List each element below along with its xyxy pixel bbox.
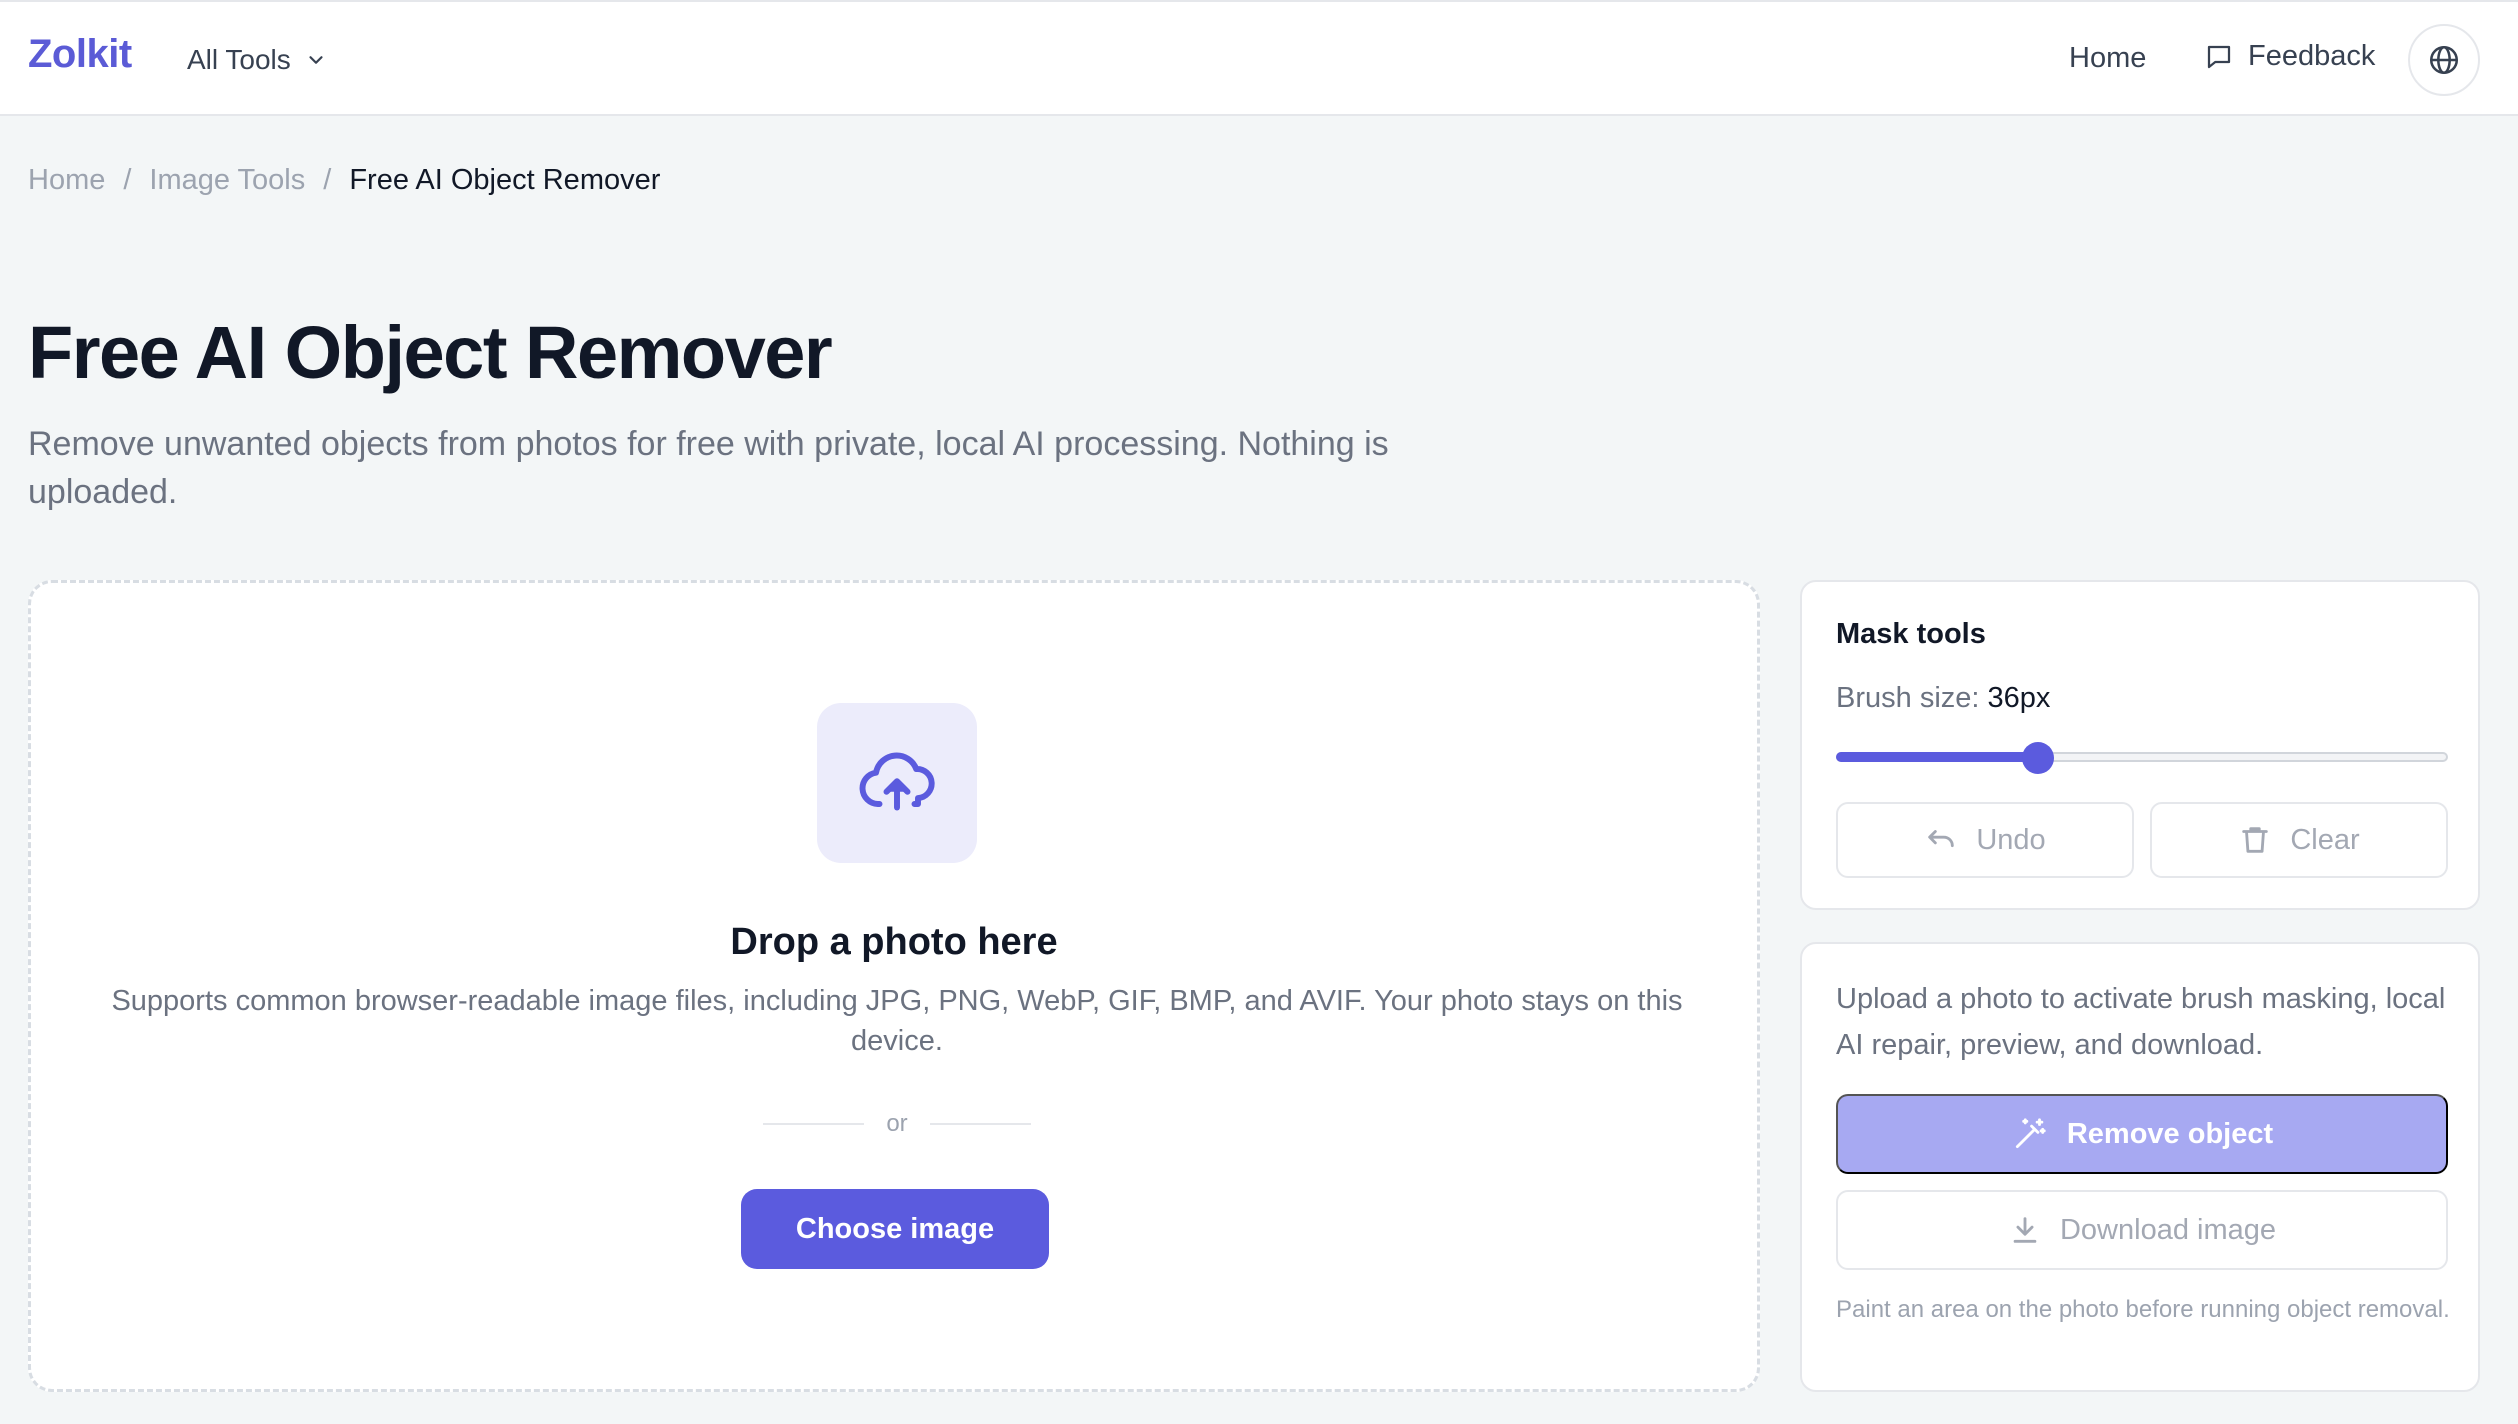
page-title: Free AI Object Remover [28, 311, 833, 394]
breadcrumb-separator: / [323, 164, 332, 196]
actions-card: Upload a photo to activate brush masking… [1800, 942, 2480, 1392]
trash-icon [2242, 827, 2269, 853]
or-label: or [886, 1110, 908, 1137]
all-tools-label: All Tools [187, 44, 291, 75]
language-button[interactable] [2408, 24, 2480, 96]
slider-thumb[interactable] [2021, 742, 2054, 774]
photo-dropzone[interactable]: Drop a photo here Supports common browse… [28, 580, 1760, 1392]
clear-label: Clear [2290, 823, 2360, 856]
breadcrumb-separator: / [123, 164, 132, 196]
clear-button[interactable]: Clear [2150, 802, 2448, 878]
magic-wand-icon [2015, 1118, 2046, 1149]
chat-icon [2207, 45, 2231, 68]
or-divider: or [763, 1109, 1031, 1139]
undo-icon [1928, 830, 1955, 848]
slider-fill [1836, 752, 2038, 762]
breadcrumb-image-tools[interactable]: Image Tools [149, 164, 305, 197]
nav-home-link[interactable]: Home [2069, 42, 2146, 75]
feedback-label: Feedback [2248, 40, 2376, 72]
download-image-button[interactable]: Download image [1836, 1190, 2448, 1270]
chevron-down-icon [309, 56, 323, 64]
download-icon [2013, 1217, 2037, 1243]
all-tools-menu[interactable]: All Tools [187, 42, 327, 78]
actions-hint: Paint an area on the photo before runnin… [1836, 1296, 2450, 1323]
upload-icon-tile [817, 703, 977, 863]
top-nav-bar: Zolkit All Tools Home Feedback [0, 0, 2518, 116]
undo-label: Undo [1976, 823, 2046, 856]
cloud-upload-icon [859, 752, 935, 811]
divider-line [929, 1123, 1031, 1125]
divider-line [763, 1123, 865, 1125]
mask-tools-title: Mask tools [1836, 618, 1986, 650]
actions-message: Upload a photo to activate brush masking… [1836, 983, 2446, 1061]
dropzone-title: Drop a photo here [730, 921, 1058, 963]
download-image-label: Download image [2059, 1213, 2276, 1246]
brush-size-slider[interactable] [1836, 742, 2448, 774]
remove-object-button[interactable]: Remove object [1836, 1094, 2448, 1174]
breadcrumb-home[interactable]: Home [28, 164, 105, 197]
brush-size-text: Brush size: [1836, 682, 1980, 714]
breadcrumb: Home / Image Tools / Free AI Object Remo… [28, 164, 660, 197]
logo[interactable]: Zolkit [28, 32, 132, 77]
brush-size-label: Brush size: 36px [1836, 682, 2050, 715]
brush-size-value: 36px [1987, 682, 2051, 714]
choose-image-button[interactable]: Choose image [741, 1189, 1049, 1269]
globe-icon [2429, 45, 2459, 75]
remove-object-label: Remove object [2066, 1117, 2274, 1150]
mask-tools-card: Mask tools Brush size: 36px Undo Clear [1800, 580, 2480, 910]
breadcrumb-current: Free AI Object Remover [349, 164, 661, 196]
nav-feedback-link[interactable]: Feedback [2204, 40, 2375, 73]
page-subtitle: Remove unwanted objects from photos for … [28, 425, 1389, 511]
undo-button[interactable]: Undo [1836, 802, 2134, 878]
dropzone-description: Supports common browser-readable image f… [111, 985, 1683, 1057]
